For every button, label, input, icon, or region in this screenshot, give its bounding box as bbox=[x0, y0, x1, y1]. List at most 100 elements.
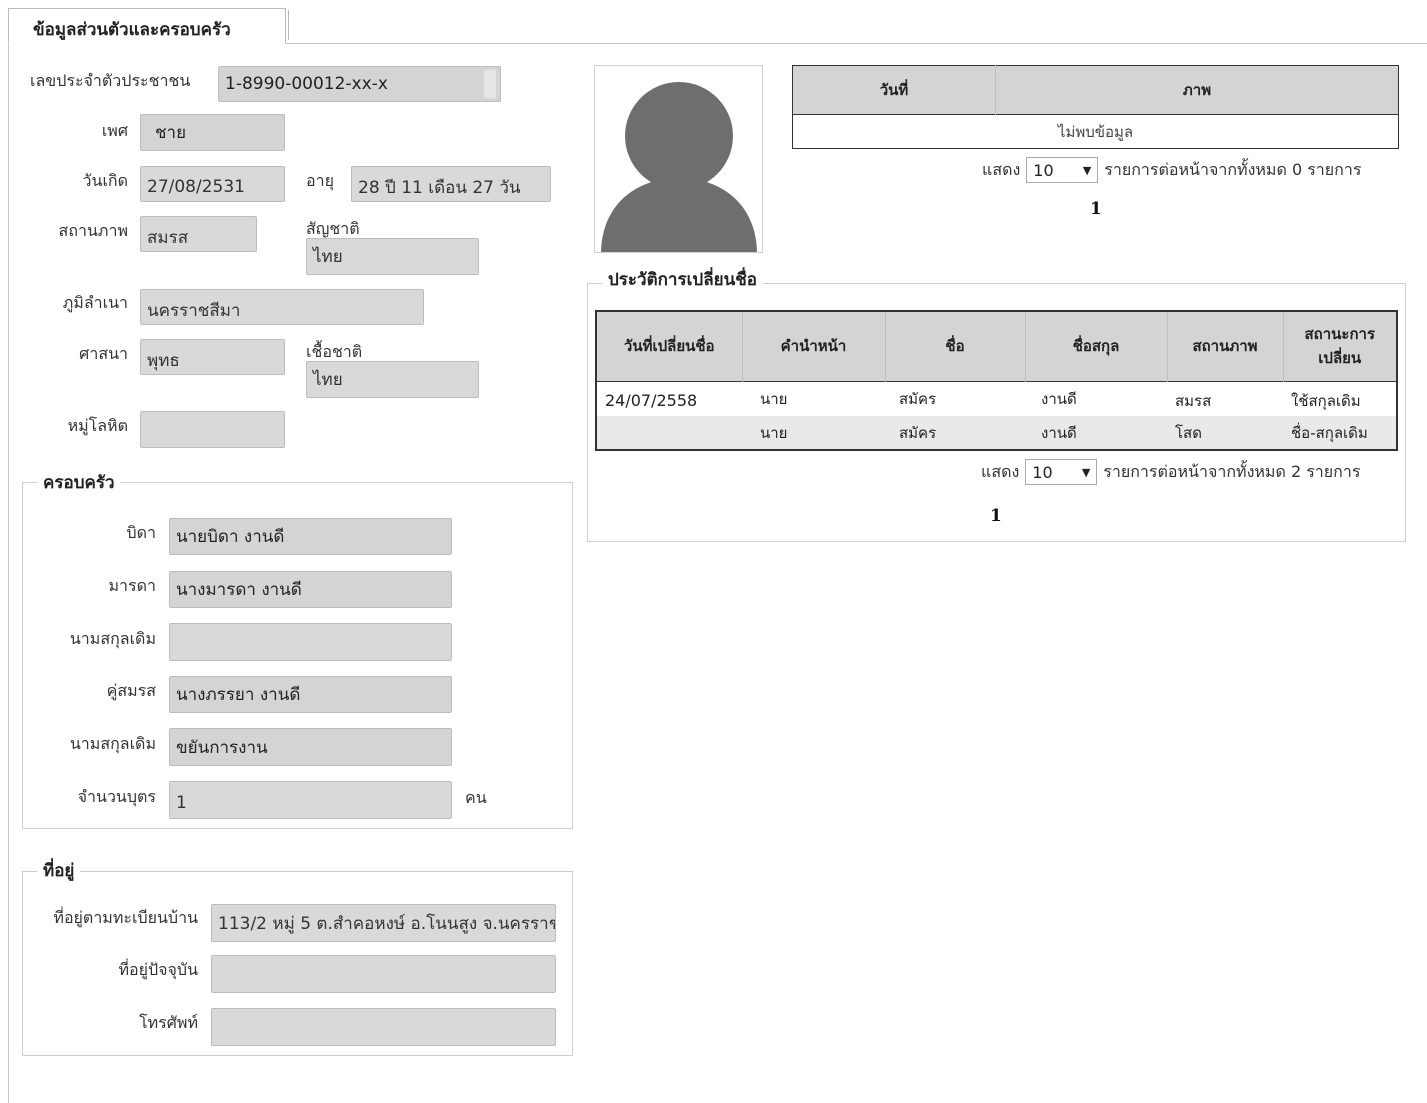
gender-label: เพศ bbox=[101, 121, 128, 140]
history-header-prefix[interactable]: คำนำหน้า bbox=[742, 311, 886, 381]
phone-label: โทรศัพท์ bbox=[139, 1013, 198, 1032]
history-cell-firstname: สมัคร bbox=[899, 389, 937, 408]
history-header-marital[interactable]: สถานภาพ bbox=[1167, 311, 1284, 381]
age-value: 28 ปี 11 เดือน 27 วัน bbox=[358, 177, 521, 198]
history-cell-lastname: งานดี bbox=[1041, 423, 1077, 442]
children-field[interactable]: 1 bbox=[169, 781, 452, 819]
photo-pager: แสดง 10 ▼ รายการต่อหน้าจากทั้งหมด 0 รายก… bbox=[982, 157, 1361, 183]
blood-field[interactable] bbox=[140, 411, 285, 448]
marital-field[interactable]: สมรส bbox=[140, 216, 257, 252]
history-cell-prefix: นาย bbox=[760, 389, 788, 408]
race-field[interactable]: ไทย bbox=[306, 361, 479, 398]
blood-label: หมู่โลหิต bbox=[67, 416, 128, 435]
domicile-label: ภูมิลำเนา bbox=[62, 293, 128, 312]
mother-field[interactable]: นางมารดา งานดี bbox=[169, 571, 452, 608]
spouse-maiden-field[interactable]: ขยันการงาน bbox=[169, 728, 452, 766]
father-label: บิดา bbox=[126, 523, 156, 542]
id-field[interactable]: 1-8990-00012-xx-x bbox=[218, 66, 501, 102]
current-address-label: ที่อยู่ปัจจุบัน bbox=[118, 960, 198, 979]
history-page-number[interactable]: 1 bbox=[990, 506, 1002, 526]
mother-label: มารดา bbox=[108, 576, 157, 595]
tab-personal-family[interactable]: ข้อมูลส่วนตัวและครอบครัว bbox=[8, 8, 286, 44]
marital-value: สมรส bbox=[147, 227, 189, 248]
family-legend: ครอบครัว bbox=[37, 469, 121, 496]
history-header-change-status[interactable]: สถานะการเปลี่ยน bbox=[1283, 311, 1397, 381]
gender-field[interactable]: ชาย bbox=[140, 114, 285, 151]
birth-label: วันเกิด bbox=[82, 171, 128, 190]
photo-page-size-select[interactable]: 10 ▼ bbox=[1026, 157, 1099, 183]
history-pager-summary: รายการต่อหน้าจากทั้งหมด 2 รายการ bbox=[1103, 461, 1361, 481]
children-unit: คน bbox=[465, 788, 487, 807]
history-page-size-select[interactable]: 10 ▼ bbox=[1025, 459, 1098, 485]
marital-label: สถานภาพ bbox=[58, 221, 128, 240]
spouse-label: คู่สมรส bbox=[106, 681, 156, 700]
history-cell-prefix: นาย bbox=[760, 423, 788, 442]
table-row: นาย สมัคร งานดี โสด ชื่อ-สกุลเดิม bbox=[596, 416, 1397, 450]
religion-value: พุทธ bbox=[147, 350, 180, 371]
history-cell-firstname: สมัคร bbox=[899, 423, 937, 442]
tab-edge bbox=[288, 10, 291, 40]
registered-address-field[interactable]: 113/2 หมู่ 5 ต.สำคอหงษ์ อ.โนนสูง จ.นครรา… bbox=[211, 904, 556, 942]
birth-value: 27/08/2531 bbox=[147, 177, 245, 197]
photo-table: วันที่ ภาพ ไม่พบข้อมูล bbox=[792, 65, 1399, 149]
history-header-date[interactable]: วันที่เปลี่ยนชื่อ bbox=[596, 311, 743, 381]
history-pager-show: แสดง bbox=[981, 461, 1020, 481]
history-header-lastname[interactable]: ชื่อสกุล bbox=[1025, 311, 1168, 381]
photo-page-size-value: 10 bbox=[1033, 160, 1054, 180]
history-cell-change-status: ชื่อ-สกุลเดิม bbox=[1291, 423, 1368, 442]
race-value: ไทย bbox=[313, 370, 343, 390]
photo-header-image[interactable]: ภาพ bbox=[995, 65, 1399, 115]
age-label: อายุ bbox=[306, 171, 334, 190]
photo-pager-show: แสดง bbox=[982, 159, 1021, 179]
avatar-graphic bbox=[601, 82, 757, 252]
registered-address-value: 113/2 หมู่ 5 ต.สำคอหงษ์ อ.โนนสูง จ.นครรา… bbox=[218, 913, 556, 934]
photo-header-date[interactable]: วันที่ bbox=[792, 65, 996, 115]
history-cell-marital: สมรส bbox=[1175, 391, 1212, 410]
religion-field[interactable]: พุทธ bbox=[140, 339, 285, 375]
children-label: จำนวนบุตร bbox=[77, 787, 156, 806]
name-history-legend: ประวัติการเปลี่ยนชื่อ bbox=[602, 266, 763, 293]
caret-down-icon: ▼ bbox=[1082, 163, 1092, 177]
mother-maiden-label: นามสกุลเดิม bbox=[69, 629, 156, 648]
registered-address-label: ที่อยู่ตามทะเบียนบ้าน bbox=[53, 908, 198, 927]
user-silhouette-icon bbox=[594, 65, 763, 253]
father-field[interactable]: นายบิดา งานดี bbox=[169, 518, 452, 555]
name-history-table: วันที่เปลี่ยนชื่อ คำนำหน้า ชื่อ ชื่อสกุล… bbox=[595, 310, 1398, 451]
mother-maiden-field[interactable] bbox=[169, 623, 452, 661]
photo-empty-message: ไม่พบข้อมูล bbox=[792, 114, 1399, 149]
history-page-size-value: 10 bbox=[1032, 462, 1053, 482]
domicile-value: นครราชสีมา bbox=[147, 300, 241, 321]
photo-pager-summary: รายการต่อหน้าจากทั้งหมด 0 รายการ bbox=[1104, 159, 1362, 179]
history-pager: แสดง 10 ▼ รายการต่อหน้าจากทั้งหมด 2 รายก… bbox=[981, 459, 1360, 485]
history-header-firstname[interactable]: ชื่อ bbox=[885, 311, 1026, 381]
nationality-field[interactable]: ไทย bbox=[306, 238, 479, 275]
phone-field[interactable] bbox=[211, 1008, 556, 1046]
id-value: 1-8990-00012-xx-x bbox=[225, 74, 388, 94]
history-cell-lastname: งานดี bbox=[1041, 389, 1077, 408]
spouse-field[interactable]: นางภรรยา งานดี bbox=[169, 676, 452, 713]
spouse-maiden-value: ขยันการงาน bbox=[176, 737, 268, 758]
religion-label: ศาสนา bbox=[79, 344, 128, 363]
content-left-border bbox=[8, 44, 9, 1103]
spouse-value: นางภรรยา งานดี bbox=[176, 685, 301, 705]
table-row: 24/07/2558 นาย สมัคร งานดี สมรส ใช้สกุลเ… bbox=[596, 381, 1397, 416]
address-legend: ที่อยู่ bbox=[37, 857, 81, 884]
history-cell-marital: โสด bbox=[1175, 423, 1202, 442]
history-cell-change-status: ใช้สกุลเดิม bbox=[1291, 391, 1361, 410]
domicile-field[interactable]: นครราชสีมา bbox=[140, 289, 424, 325]
gender-value: ชาย bbox=[155, 123, 187, 143]
father-value: นายบิดา งานดี bbox=[176, 527, 285, 547]
history-cell-date: 24/07/2558 bbox=[605, 391, 698, 411]
field-edge bbox=[484, 70, 496, 98]
birth-field[interactable]: 27/08/2531 bbox=[140, 166, 285, 202]
nationality-value: ไทย bbox=[313, 247, 343, 267]
mother-value: นางมารดา งานดี bbox=[176, 580, 302, 600]
children-value: 1 bbox=[176, 793, 187, 813]
current-address-field[interactable] bbox=[211, 955, 556, 993]
age-field[interactable]: 28 ปี 11 เดือน 27 วัน bbox=[351, 166, 551, 202]
photo-page-number[interactable]: 1 bbox=[1090, 199, 1102, 219]
caret-down-icon: ▼ bbox=[1081, 465, 1091, 479]
id-label: เลขประจำตัวประชาชน bbox=[30, 71, 191, 90]
history-cell-date bbox=[596, 416, 742, 450]
spouse-maiden-label: นามสกุลเดิม bbox=[69, 734, 156, 753]
